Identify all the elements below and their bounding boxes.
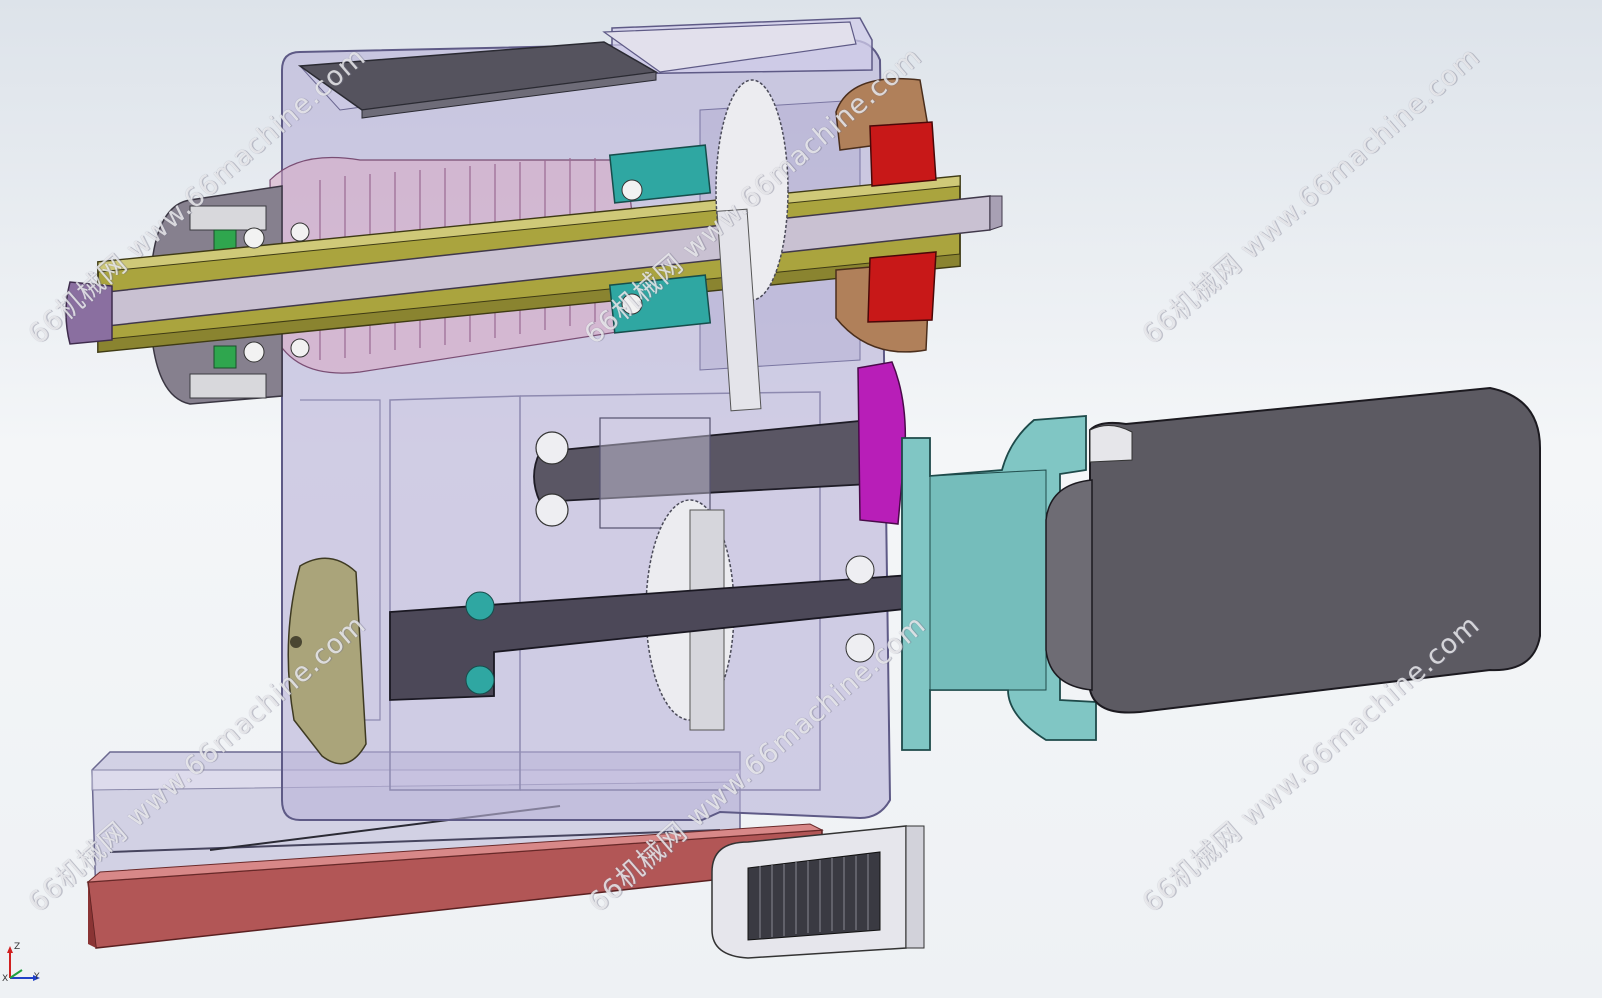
triad-z-label: Z: [14, 942, 21, 952]
servo-motor-body[interactable]: [1045, 386, 1541, 714]
graphics-viewport[interactable]: 66机械网 www.66machine.com 66机械网 www.66mach…: [0, 0, 1602, 998]
magenta-cover[interactable]: [857, 361, 907, 525]
gearbox-housing[interactable]: [281, 17, 892, 821]
triad-x-label: X: [2, 974, 9, 984]
threaded-sleeve[interactable]: [711, 825, 925, 959]
triad-y-label: Y: [34, 972, 40, 982]
coordinate-triad[interactable]: Z X Y: [2, 942, 42, 984]
cad-model-section-view[interactable]: [0, 0, 1602, 998]
